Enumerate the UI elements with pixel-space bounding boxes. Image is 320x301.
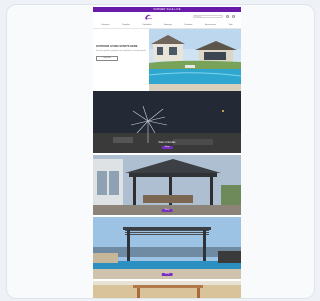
nav-item-gazebos[interactable]: Gazebos (101, 24, 109, 26)
web-page: SUMMER SALE LIVE Search Gazebos Pergolas… (93, 7, 241, 298)
section-umbrellas[interactable]: Patio Umbrellas Shop (93, 91, 241, 153)
next-section-image (93, 281, 241, 298)
cart-icon[interactable] (232, 15, 235, 18)
hero-title: OUTDOOR LIVING STARTS HERE (96, 45, 138, 48)
browser-card: SUMMER SALE LIVE Search Gazebos Pergolas… (6, 4, 315, 299)
pergola-shop-button[interactable]: Shop (161, 273, 173, 276)
gazebo-image (93, 155, 241, 215)
nav-item-sale[interactable]: Sale (229, 24, 233, 26)
umbrella-shop-button[interactable]: Shop (161, 146, 173, 149)
hero-banner: OUTDOOR LIVING STARTS HERE Premium gazeb… (93, 29, 241, 91)
section-pergolas[interactable]: Shop (93, 217, 241, 279)
nav-item-accessories[interactable]: Accessories (205, 24, 216, 26)
hero-subtitle: Premium gazebos, pergolas and umbrellas … (96, 50, 146, 53)
hero-shop-button[interactable]: Shop Now (96, 55, 118, 61)
pergola-image (93, 217, 241, 279)
nav-item-umbrellas[interactable]: Umbrellas (143, 24, 152, 26)
search-input[interactable]: Search (193, 15, 223, 18)
main-nav: Gazebos Pergolas Umbrellas Awnings Furni… (93, 22, 241, 29)
umbrella-title: Patio Umbrellas (158, 141, 176, 144)
nav-item-furniture[interactable]: Furniture (184, 24, 192, 26)
hero-text: OUTDOOR LIVING STARTS HERE Premium gazeb… (96, 45, 146, 61)
section-next[interactable] (93, 281, 241, 298)
logo-icon[interactable] (143, 13, 153, 21)
gazebo-shop-button[interactable]: Shop (161, 209, 173, 212)
section-gazebos[interactable]: Shop (93, 155, 241, 215)
nav-item-awnings[interactable]: Awnings (164, 24, 172, 26)
hero-image[interactable] (149, 29, 241, 91)
account-icon[interactable] (226, 15, 229, 18)
nav-item-pergolas[interactable]: Pergolas (122, 24, 130, 26)
site-header: Search (93, 12, 241, 22)
